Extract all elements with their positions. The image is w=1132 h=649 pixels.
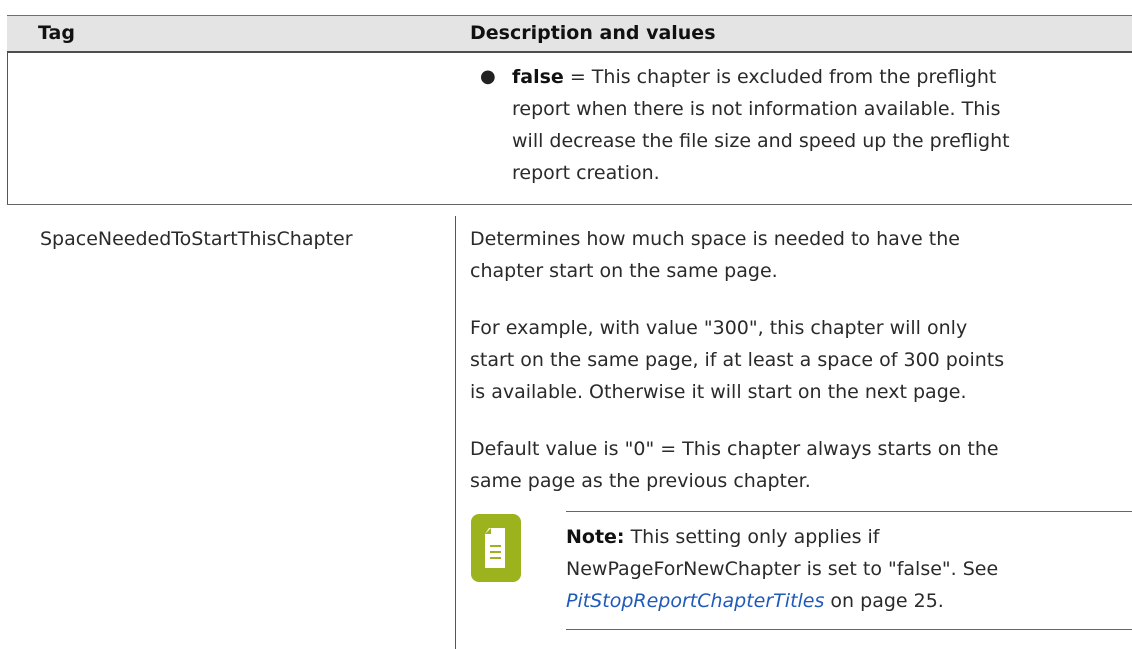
bullet-line-2: report when there is not information ava… bbox=[512, 98, 1001, 120]
para2-line-1: For example, with value "300", this chap… bbox=[470, 317, 968, 339]
row-separator bbox=[7, 204, 1132, 205]
note-page-ref: on page 25. bbox=[824, 590, 944, 612]
tag-name: SpaceNeededToStartThisChapter bbox=[40, 228, 353, 250]
note-line-1: Note: This setting only applies if bbox=[566, 522, 880, 552]
bullet-value: false bbox=[512, 66, 564, 88]
column-header-tag: Tag bbox=[38, 22, 75, 44]
para1-line-2: chapter start on the same page. bbox=[470, 260, 778, 282]
bullet-line-3: will decrease the file size and speed up… bbox=[512, 130, 1010, 152]
note-text-1: This setting only applies if bbox=[624, 526, 880, 548]
column-header-description: Description and values bbox=[470, 22, 716, 44]
note-label: Note: bbox=[566, 526, 625, 548]
column-divider bbox=[455, 216, 456, 649]
para1-line-1: Determines how much space is needed to h… bbox=[470, 228, 960, 250]
table-left-border bbox=[7, 53, 8, 205]
para3-line-2: same page as the previous chapter. bbox=[470, 470, 811, 492]
note-glyph bbox=[485, 528, 505, 568]
note-document-icon bbox=[471, 514, 521, 582]
bullet-marker: ● bbox=[480, 66, 496, 87]
note-line-3: PitStopReportChapterTitles on page 25. bbox=[566, 586, 944, 616]
note-cross-reference-link[interactable]: PitStopReportChapterTitles bbox=[566, 590, 824, 612]
note-line-2: NewPageForNewChapter is set to "false". … bbox=[566, 558, 999, 580]
bullet-text-1: = This chapter is excluded from the pref… bbox=[563, 66, 997, 88]
bullet-line-4: report creation. bbox=[512, 162, 660, 184]
bullet-line-1: false = This chapter is excluded from th… bbox=[512, 62, 996, 92]
para2-line-2: start on the same page, if at least a sp… bbox=[470, 349, 1005, 371]
note-top-rule bbox=[566, 511, 1132, 512]
para3-line-1: Default value is "0" = This chapter alwa… bbox=[470, 438, 999, 460]
note-bottom-rule bbox=[566, 629, 1132, 630]
para2-line-3: is available. Otherwise it will start on… bbox=[470, 381, 967, 403]
